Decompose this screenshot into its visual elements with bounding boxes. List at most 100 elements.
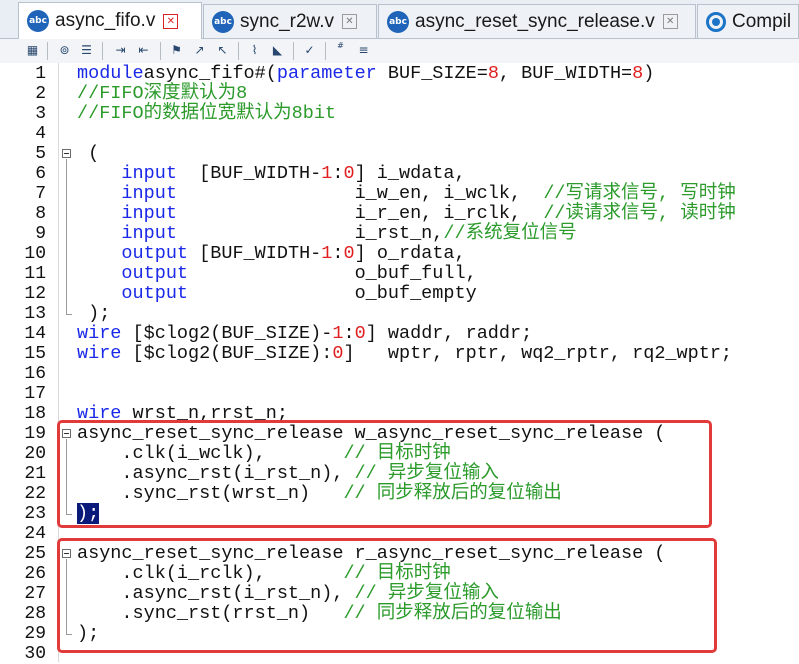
code-text: output o_buf_empty	[77, 283, 477, 304]
code-line[interactable]: 17	[0, 384, 799, 404]
code-token: :	[343, 323, 355, 344]
fold-guide-end	[66, 514, 72, 515]
code-token: ] i_wdata,	[354, 163, 466, 184]
code-token: BUF_SIZE=	[376, 63, 488, 84]
tab-label: Compil	[732, 10, 792, 32]
line-number: 20	[24, 444, 46, 464]
code-line[interactable]: 16	[0, 364, 799, 384]
code-token: output	[121, 263, 189, 284]
line-number: 5	[35, 144, 46, 164]
code-token: )	[643, 63, 655, 84]
code-token: [$clog2(BUF_SIZE):	[121, 343, 333, 364]
toolbar-separator	[293, 42, 294, 60]
line-number: 1	[35, 64, 46, 84]
line-number: 28	[24, 604, 46, 624]
code-token: //FIFO深度默认为8	[77, 83, 248, 104]
code-token: input	[121, 183, 177, 204]
code-line[interactable]: 10 output [BUF_WIDTH-1:0] o_rdata,	[0, 243, 799, 265]
highlight-box-r-instance	[57, 538, 717, 653]
tab-label: sync_r2w.v	[240, 10, 334, 32]
code-line[interactable]: 4	[0, 124, 799, 144]
code-text: input i_w_en, i_wclk, //写请求信号, 写时钟	[77, 183, 735, 204]
close-icon[interactable]: ✕	[341, 14, 357, 29]
code-token: , BUF_WIDTH=	[498, 63, 633, 84]
code-line[interactable]: 1 moduleasync_fifo#(parameter BUF_SIZE=8,…	[0, 63, 799, 85]
line-number: 7	[35, 184, 46, 204]
code-token: (	[77, 143, 100, 164]
code-text: input i_r_en, i_rclk, //读请求信号, 读时钟	[77, 203, 735, 224]
code-line[interactable]: 6 input [BUF_WIDTH-1:0] i_wdata,	[0, 163, 799, 185]
code-line[interactable]: 7 input i_w_en, i_wclk, //写请求信号, 写时钟	[0, 183, 799, 205]
outdent-icon[interactable]: ⇤	[135, 42, 152, 59]
line-number: 21	[24, 464, 46, 484]
line-number: 12	[24, 284, 46, 304]
word-wrap-icon[interactable]: ≡	[355, 42, 372, 59]
block-icon[interactable]: ◣	[269, 42, 286, 59]
code-token: 1	[332, 323, 344, 344]
line-number: 24	[24, 524, 46, 544]
line-number: 11	[24, 264, 46, 284]
line-number: 4	[35, 124, 46, 144]
code-text: //FIFO深度默认为8	[77, 84, 247, 104]
code-line[interactable]: 8 input i_r_en, i_rclk, //读请求信号, 读时钟	[0, 203, 799, 225]
line-number: 30	[24, 644, 46, 664]
fold-toggle-icon[interactable]	[62, 149, 71, 158]
code-text: input i_rst_n,//系统复位信号	[77, 224, 576, 244]
find-in-files-icon[interactable]: ☰	[78, 42, 95, 59]
code-text: (	[77, 144, 99, 164]
tab-label: async_reset_sync_release.v	[415, 10, 655, 32]
next-bookmark-icon[interactable]: ↗	[191, 42, 208, 59]
line-number: 6	[35, 164, 46, 184]
indent-icon[interactable]: ⇥	[112, 42, 129, 59]
code-token: 0	[332, 343, 344, 364]
line-numbers-icon[interactable]: #	[332, 42, 349, 59]
tab-async-fifo[interactable]: abc async_fifo.v ✕	[18, 2, 202, 39]
code-line[interactable]: 14 wire [$clog2(BUF_SIZE)-1:0] waddr, rad…	[0, 323, 799, 345]
code-text: output [BUF_WIDTH-1:0] o_rdata,	[77, 243, 465, 264]
bookmark-icon[interactable]: ⚑	[168, 42, 185, 59]
line-number: 18	[24, 404, 46, 424]
compile-icon	[706, 11, 726, 32]
editor-toolbar: ▦ ⊚ ☰ ⇥ ⇤ ⚑ ↗ ↖ ⌇ ◣ ✓ # ≡	[0, 39, 799, 64]
code-token: input	[121, 163, 177, 184]
previous-bookmark-icon[interactable]: ↖	[214, 42, 231, 59]
code-token: ] wptr, rptr, wq2_rptr, rq2_wptr;	[343, 343, 733, 364]
binoculars-icon[interactable]: ⊚	[56, 42, 73, 59]
line-number: 8	[35, 204, 46, 224]
code-line[interactable]: 2 //FIFO深度默认为8	[0, 84, 799, 105]
tab-sync-r2w[interactable]: abc sync_r2w.v ✕	[203, 4, 377, 38]
tab-compile[interactable]: Compil	[697, 4, 799, 38]
check-icon[interactable]: ✓	[301, 42, 318, 59]
code-line[interactable]: 5 (	[0, 144, 799, 165]
code-line[interactable]: 12 output o_buf_empty	[0, 283, 799, 305]
toolbar-separator	[47, 42, 48, 60]
line-number: 17	[24, 384, 46, 404]
code-token: i_r_en, i_rclk,	[176, 203, 544, 224]
code-line[interactable]: 11 output o_buf_full,	[0, 263, 799, 285]
code-token: 1	[321, 163, 333, 184]
code-token: 0	[354, 323, 366, 344]
attach-icon[interactable]: ⌇	[246, 42, 263, 59]
code-line[interactable]: 13 );	[0, 304, 799, 325]
tab-async-reset-sync-release[interactable]: abc async_reset_sync_release.v ✕	[378, 4, 696, 38]
line-number: 29	[24, 624, 46, 644]
code-line[interactable]: 3 //FIFO的数据位宽默认为8bit	[0, 104, 799, 125]
close-icon[interactable]: ✕	[662, 14, 678, 29]
code-line[interactable]: 15 wire [$clog2(BUF_SIZE):0] wptr, rptr, …	[0, 343, 799, 365]
close-icon[interactable]: ✕	[163, 13, 179, 29]
code-token: async_fifo#(	[143, 63, 277, 84]
line-number: 15	[24, 344, 46, 364]
fold-guide	[66, 559, 67, 634]
code-token: o_buf_full,	[188, 263, 477, 284]
code-editor[interactable]: 1 moduleasync_fifo#(parameter BUF_SIZE=8,…	[0, 63, 799, 664]
code-token: o_buf_empty	[188, 283, 477, 304]
properties-icon[interactable]: ▦	[24, 42, 41, 59]
line-number: 23	[24, 504, 46, 524]
code-line[interactable]: 9 input i_rst_n,//系统复位信号	[0, 224, 799, 245]
fold-guide-end	[66, 634, 72, 635]
